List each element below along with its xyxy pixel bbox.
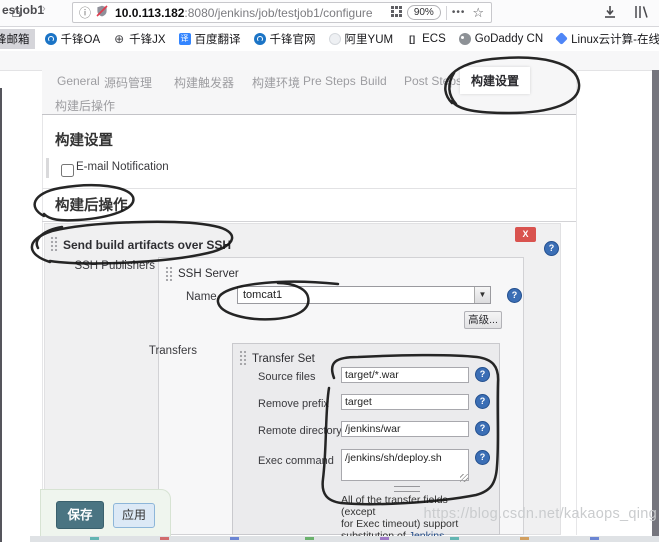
section-title-post-build: 构建后操作 [55,194,128,215]
email-notification-label: E-mail Notification [76,161,169,173]
help-icon[interactable]: ? [544,241,559,256]
bookmark-item[interactable]: 阿里YUM [329,31,394,47]
content-left-border [42,115,43,535]
section-divider [42,221,576,222]
bookmark-item[interactable]: Linux云计算-在线 [556,31,659,47]
tab-build[interactable]: Build [360,74,387,88]
transfers-label: Transfers [140,345,197,357]
url-path: :8080/jenkins/job/testjob1/configure [184,6,372,20]
tab-build-triggers[interactable]: 构建触发器 [174,74,234,91]
remote-directory-input[interactable] [341,421,469,437]
urlbar-separator [446,6,447,20]
bookmark-star-icon[interactable]: ☆ [472,5,484,21]
csdn-watermark: https://blog.csdn.net/kakaops_qing [424,506,658,522]
tab-source-mgmt[interactable]: 源码管理 [104,74,152,91]
help-icon[interactable]: ? [475,394,490,409]
source-files-label: Source files [258,371,315,383]
alibaba-ecs-icon: [] [406,33,418,45]
bookmarks-bar: 锋邮箱 千锋OA ⊕千锋JX 译百度翻译 千锋官网 阿里YUM []ECS Go… [0,27,659,50]
tab-general[interactable]: General [57,74,100,88]
bookmark-item[interactable]: []ECS [406,33,446,45]
resize-divider-handle[interactable] [394,486,420,492]
qianfeng-logo-icon [45,33,57,45]
tab-build-settings-active[interactable]: 构建设置 [460,67,530,94]
tab-build-env[interactable]: 构建环境 [252,74,300,91]
aliyun-yum-icon [329,33,341,45]
delete-publisher-button[interactable]: X [515,227,536,242]
help-icon[interactable]: ? [475,450,490,465]
screenshot: ⌂ ⓘ 10.0.113.182:8080/jenkins/job/testjo… [0,0,659,542]
email-notification-checkbox[interactable] [61,164,74,177]
apply-button[interactable]: 应用 [113,503,155,528]
page-actions-icon[interactable]: ••• [452,7,466,18]
breadcrumb-arrow-icon: › [42,3,46,15]
help-icon[interactable]: ? [507,288,522,303]
zoom-level-badge[interactable]: 90% [407,5,441,20]
name-label: Name [186,291,217,303]
help-icon[interactable]: ? [475,367,490,382]
window-left-edge [0,88,2,542]
chevron-down-icon[interactable]: ▼ [474,287,490,303]
ssh-server-select[interactable]: tomcat1 ▼ [237,286,491,304]
section-title-build-settings: 构建设置 [55,129,113,150]
qianfeng-logo-icon [254,33,266,45]
extension-grid-icon[interactable] [391,4,402,22]
vertical-scrollbar[interactable] [652,70,659,542]
exec-command-textarea[interactable]: /jenkins/sh/deploy.sh [341,449,469,481]
page-info-icon[interactable]: ⓘ [79,4,91,21]
bottom-cutoff-strip [30,536,659,542]
url-host: 10.0.113.182 [115,6,184,20]
url-text: 10.0.113.182:8080/jenkins/job/testjob1/c… [115,6,373,20]
help-icon[interactable]: ? [475,421,490,436]
section-divider [42,188,576,189]
option-left-bar [46,158,49,178]
bookmark-item[interactable]: 千锋官网 [254,31,316,47]
library-icon[interactable] [633,4,649,25]
ssh-server-selected-value: tomcat1 [243,289,282,301]
advanced-button[interactable]: 高级... [464,311,502,329]
plugin-title: Send build artifacts over SSH [63,238,231,252]
tab-pre-steps[interactable]: Pre Steps [303,74,356,88]
godaddy-icon [459,33,471,45]
bookmark-item[interactable]: 译百度翻译 [179,31,241,47]
remote-directory-label: Remote directory [258,425,342,437]
textarea-resize-grip[interactable] [460,474,468,482]
tab-post-build-actions[interactable]: 构建后操作 [55,97,115,114]
remove-prefix-input[interactable] [341,394,469,410]
downloads-icon[interactable] [602,4,618,25]
drag-handle-icon[interactable] [50,236,59,251]
save-button[interactable]: 保存 [56,501,104,529]
ssh-publishers-label: SSH Publishers [60,260,155,272]
transfer-set-label: Transfer Set [252,353,315,365]
tab-post-steps[interactable]: Post Steps [404,74,462,88]
drag-handle-icon[interactable] [165,266,174,281]
globe-icon: ⊕ [113,33,125,45]
breadcrumb-bar [0,51,659,71]
breadcrumb[interactable]: estjob1 [2,3,44,17]
url-bar[interactable]: ⓘ 10.0.113.182:8080/jenkins/job/testjob1… [72,2,492,23]
shield-disabled-icon[interactable] [96,4,108,22]
drag-handle-icon[interactable] [239,350,248,365]
baidu-translate-icon: 译 [179,33,191,45]
content-right-border [576,70,577,535]
bookmark-item[interactable]: 千锋OA [45,31,101,47]
bookmark-item[interactable]: ⊕千锋JX [113,31,165,47]
bookmark-item[interactable]: GoDaddy CN [459,33,543,45]
ssh-server-label: SSH Server [178,268,239,280]
remove-prefix-label: Remove prefix [258,398,329,410]
exec-command-label: Exec command [258,455,334,467]
source-files-input[interactable] [341,367,469,383]
linux-cloud-icon [555,32,568,45]
bookmark-item[interactable]: 锋邮箱 [0,29,35,49]
